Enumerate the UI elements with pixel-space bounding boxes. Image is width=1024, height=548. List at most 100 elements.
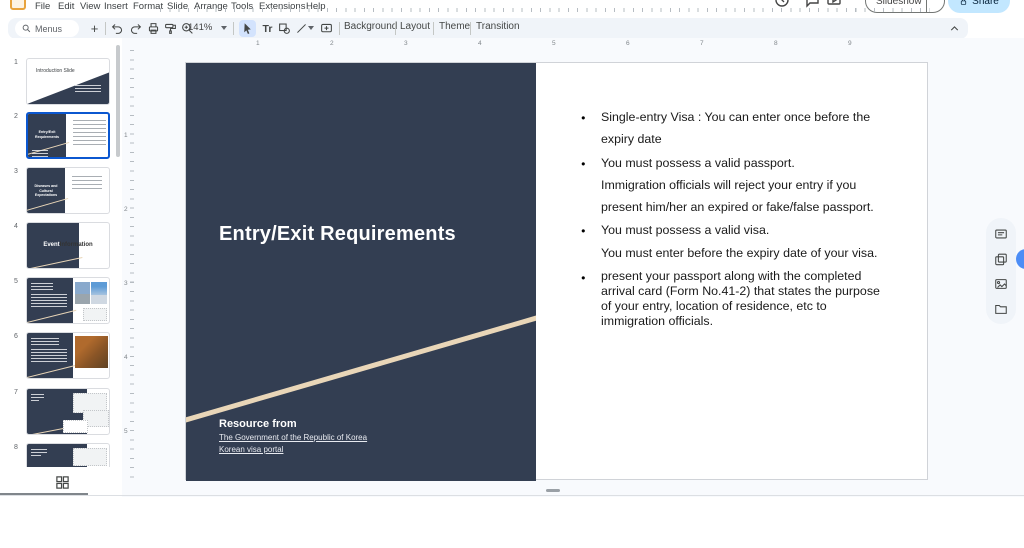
slide-thumbnail-4[interactable]: EventInformation [26,222,110,269]
menu-edit[interactable]: Edit [58,1,74,12]
horizontal-ruler-ticks [160,8,930,12]
thumbnail-row: 8 [0,443,122,467]
resource-link-visa-portal[interactable]: Korean visa portal [219,445,367,454]
shape-tool-button[interactable] [276,20,293,37]
slide-number: 1 [14,59,18,66]
ruler-number: 9 [848,40,852,47]
thumb-placeholder-box [73,448,107,466]
menus-search-button[interactable]: Menus [15,20,79,37]
theme-button[interactable]: Theme [439,21,470,32]
search-icon [22,24,31,33]
menu-format[interactable]: Format [133,1,163,12]
thumbnail-row: 7 [0,388,122,435]
accent-line [27,256,83,268]
grid-view-icon[interactable] [55,475,71,491]
menu-file[interactable]: File [35,1,50,12]
ruler-number: 7 [700,40,704,47]
thumb-text-lines [32,150,48,157]
thumb-text-lines [31,449,47,453]
folder-icon[interactable] [994,302,1008,316]
slide-thumbnail-7[interactable] [26,388,110,435]
separator [233,22,234,35]
slide-number: 8 [14,444,18,451]
ruler-number: 6 [626,40,630,47]
divider [0,495,1024,496]
ruler-number: 4 [478,40,482,47]
thumbnail-row: 3 Diseases and Cultural Expectations [0,167,122,214]
redo-button[interactable] [127,20,144,37]
bullets-textbox[interactable]: Single-entry Visa : You can enter once b… [579,105,911,329]
thumb-bullet-lines [72,176,102,189]
thumb-title: EventInformation [27,242,109,248]
layout-button[interactable]: Layout [400,21,430,32]
thumb-text-lines [31,400,39,403]
navy-panel: Diseases and Cultural Expectations [27,168,69,213]
slide-thumbnail-5[interactable] [26,277,110,324]
paint-format-button[interactable] [162,20,179,37]
slideshow-label: Slideshow [876,0,922,7]
thumb-photo-trees [75,336,108,368]
slide-thumbnail-6[interactable] [26,332,110,379]
notes-card-icon[interactable] [994,227,1008,241]
bullet-item: Single-entry Visa : You can enter once b… [579,106,911,151]
undo-button[interactable] [109,20,126,37]
navy-triangle [27,72,109,104]
slide-number: 3 [14,168,18,175]
slide-thumbnail-2-selected[interactable]: Entry/Exit Requirements [26,112,110,159]
menu-view[interactable]: View [80,1,100,12]
zoom-caret-icon[interactable] [221,26,227,30]
thumb-photo-towers [91,282,107,304]
select-tool-button[interactable] [239,20,256,37]
thumb-text-lines [31,294,67,307]
ruler-number: 1 [124,132,128,139]
print-button[interactable] [145,20,162,37]
ruler-number: 1 [256,40,260,47]
bullet-item: You must possess a valid visa. You must … [579,219,911,264]
google-slides-app: File Edit View Insert Format Slide Arran… [0,0,1024,548]
background-button[interactable]: Background [344,21,397,32]
speaker-notes-drag-handle[interactable] [546,489,560,492]
zoom-level[interactable]: 141% [188,22,212,33]
ruler-number: 3 [124,280,128,287]
slides-logo-icon[interactable] [10,0,26,10]
slide-navy-panel: Entry/Exit Requirements Resource from Th… [186,63,536,481]
thumb-text-lines [31,394,44,398]
slide-thumbnail-8[interactable] [26,443,110,467]
menu-insert[interactable]: Insert [104,1,128,12]
separator [395,22,396,35]
thumbnail-row: 4 EventInformation [0,222,122,269]
comments-icon[interactable] [804,0,820,8]
new-slide-button[interactable]: + [86,20,103,37]
ruler-number: 5 [552,40,556,47]
share-button[interactable]: Share [948,0,1010,13]
ruler-number: 5 [124,428,128,435]
insert-comment-button[interactable] [318,20,335,37]
resource-textbox[interactable]: Resource from The Government of the Repu… [219,418,367,454]
ruler-number: 8 [774,40,778,47]
line-caret-icon[interactable] [308,26,314,30]
resource-link-korea-gov[interactable]: The Government of the Republic of Korea [219,433,367,442]
separator [339,22,340,35]
thumb-title-lines [31,283,53,291]
slide-thumbnail-3[interactable]: Diseases and Cultural Expectations [26,167,110,214]
slide-title[interactable]: Entry/Exit Requirements [219,223,456,246]
transition-button[interactable]: Transition [476,21,520,32]
separator [470,22,471,35]
current-slide[interactable]: Entry/Exit Requirements Resource from Th… [185,62,928,481]
copies-icon[interactable] [994,252,1008,266]
filmstrip-scrollbar[interactable] [116,45,120,157]
accent-line [27,309,77,323]
slide-number: 2 [14,113,18,120]
thumb-placeholder-box [63,420,88,433]
version-history-icon[interactable] [774,0,790,8]
image-icon[interactable] [994,277,1008,291]
toolbar-collapse-icon[interactable] [946,20,963,37]
present-icon[interactable] [826,0,842,8]
accent-line [27,197,69,212]
slide-number: 4 [14,223,18,230]
ruler-number: 4 [124,354,128,361]
slide-thumbnail-1[interactable]: Introduction Slide [26,58,110,105]
thumbnail-list: 1 Introduction Slide 2 Entry/Exit Requir… [0,38,122,467]
thumb-title-lines [31,338,59,346]
text-box-tool-button[interactable]: Tr [259,20,276,37]
